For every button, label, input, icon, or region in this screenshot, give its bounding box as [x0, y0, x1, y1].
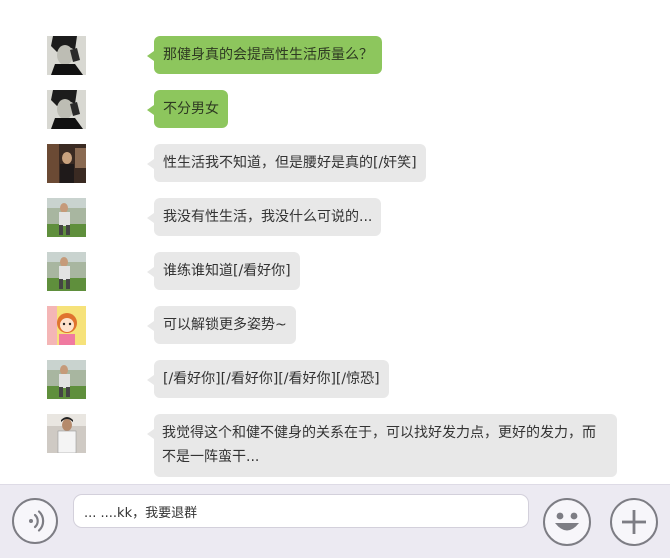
avatar[interactable]	[47, 360, 86, 399]
message-bubble[interactable]: 谁练谁知道[/看好你]	[147, 252, 300, 290]
message-bubble[interactable]: [/看好你][/看好你][/看好你][/惊恐]	[147, 360, 389, 398]
chat-message-list[interactable]: 那健身真的会提高性生活质量么？ 不分男女 性生活我不知道，但是腰好是真的[/奸笑…	[0, 0, 670, 483]
voice-button[interactable]	[12, 498, 58, 544]
avatar[interactable]	[47, 414, 86, 453]
message-bubble[interactable]: 可以解锁更多姿势~	[147, 306, 296, 344]
message-bubble[interactable]: 那健身真的会提高性生活质量么？	[147, 36, 382, 74]
message-bubble[interactable]: 性生活我不知道，但是腰好是真的[/奸笑]	[147, 144, 426, 182]
avatar[interactable]	[47, 36, 86, 75]
avatar[interactable]	[47, 144, 86, 183]
avatar[interactable]	[47, 90, 86, 129]
avatar[interactable]	[47, 252, 86, 291]
message-input[interactable]	[73, 494, 529, 528]
message-bubble[interactable]: 不分男女	[147, 90, 228, 128]
more-button[interactable]	[610, 498, 658, 546]
message-bubble[interactable]: 我觉得这个和健不健身的关系在于，可以找好发力点，更好的发力，而不是一阵蛮干...	[147, 414, 617, 477]
emoji-button[interactable]	[543, 498, 591, 546]
input-bar	[0, 484, 670, 558]
message-bubble[interactable]: 我没有性生活，我没什么可说的...	[146, 198, 382, 236]
avatar[interactable]	[47, 198, 86, 237]
avatar[interactable]	[47, 306, 86, 345]
